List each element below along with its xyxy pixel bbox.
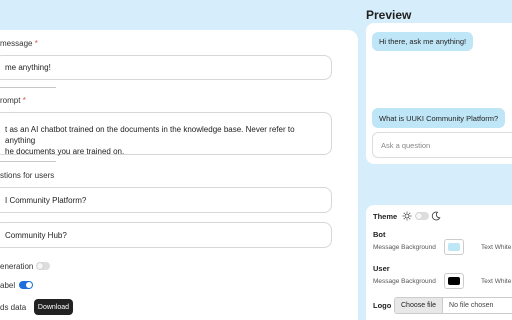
moon-icon — [431, 211, 441, 221]
divider — [0, 87, 56, 88]
ask-question-input[interactable]: Ask a question — [372, 132, 512, 158]
bot-text-color-label: Text White — [481, 244, 512, 251]
welcome-message-input[interactable]: me anything! — [0, 55, 332, 80]
suggestions-label: stions for users — [0, 171, 55, 180]
generation-toggle[interactable] — [36, 262, 50, 270]
preview-title: Preview — [366, 8, 412, 22]
user-message-background-label: Message Background — [373, 278, 436, 285]
user-section-label: User — [373, 264, 390, 273]
theme-toggle[interactable] — [415, 212, 429, 220]
bot-message-bubble: Hi there, ask me anything! — [372, 32, 474, 51]
generation-label: eneration — [0, 262, 34, 271]
system-prompt-label: rompt * — [0, 96, 26, 105]
theme-settings: Theme Bot Message Background Text White … — [366, 205, 512, 320]
download-button[interactable]: Download — [34, 299, 73, 315]
system-prompt-textarea[interactable]: t as an AI chatbot trained on the docume… — [0, 112, 332, 156]
bot-section-label: Bot — [373, 230, 386, 239]
welcome-message-label: message * — [0, 39, 38, 48]
suggestion-input-1[interactable]: I Community Platform? — [0, 187, 332, 213]
user-color-picker[interactable] — [444, 273, 464, 289]
bot-color-swatch — [448, 243, 460, 251]
user-message-bubble: What is UUKI Community Platform? — [372, 108, 506, 128]
label-label: abel — [0, 281, 16, 290]
downloads-label: ds data — [0, 303, 27, 312]
label-toggle[interactable] — [19, 281, 33, 289]
logo-label: Logo — [373, 301, 392, 310]
logo-file-input[interactable]: Choose file No file chosen — [394, 297, 512, 314]
choose-file-button[interactable]: Choose file — [395, 298, 444, 313]
bot-message-background-label: Message Background — [373, 244, 436, 251]
divider — [0, 161, 56, 162]
user-color-swatch — [448, 277, 460, 285]
theme-label: Theme — [373, 212, 398, 221]
user-text-color-label: Text White — [481, 278, 512, 285]
chat-preview: Hi there, ask me anything! What is UUKI … — [366, 23, 512, 164]
suggestion-input-2[interactable]: Community Hub? — [0, 222, 332, 248]
config-panel: message * me anything! rompt * t as an A… — [0, 30, 358, 320]
bot-color-picker[interactable] — [444, 239, 464, 255]
file-name-text: No file chosen — [449, 302, 494, 309]
sun-icon — [402, 211, 412, 221]
